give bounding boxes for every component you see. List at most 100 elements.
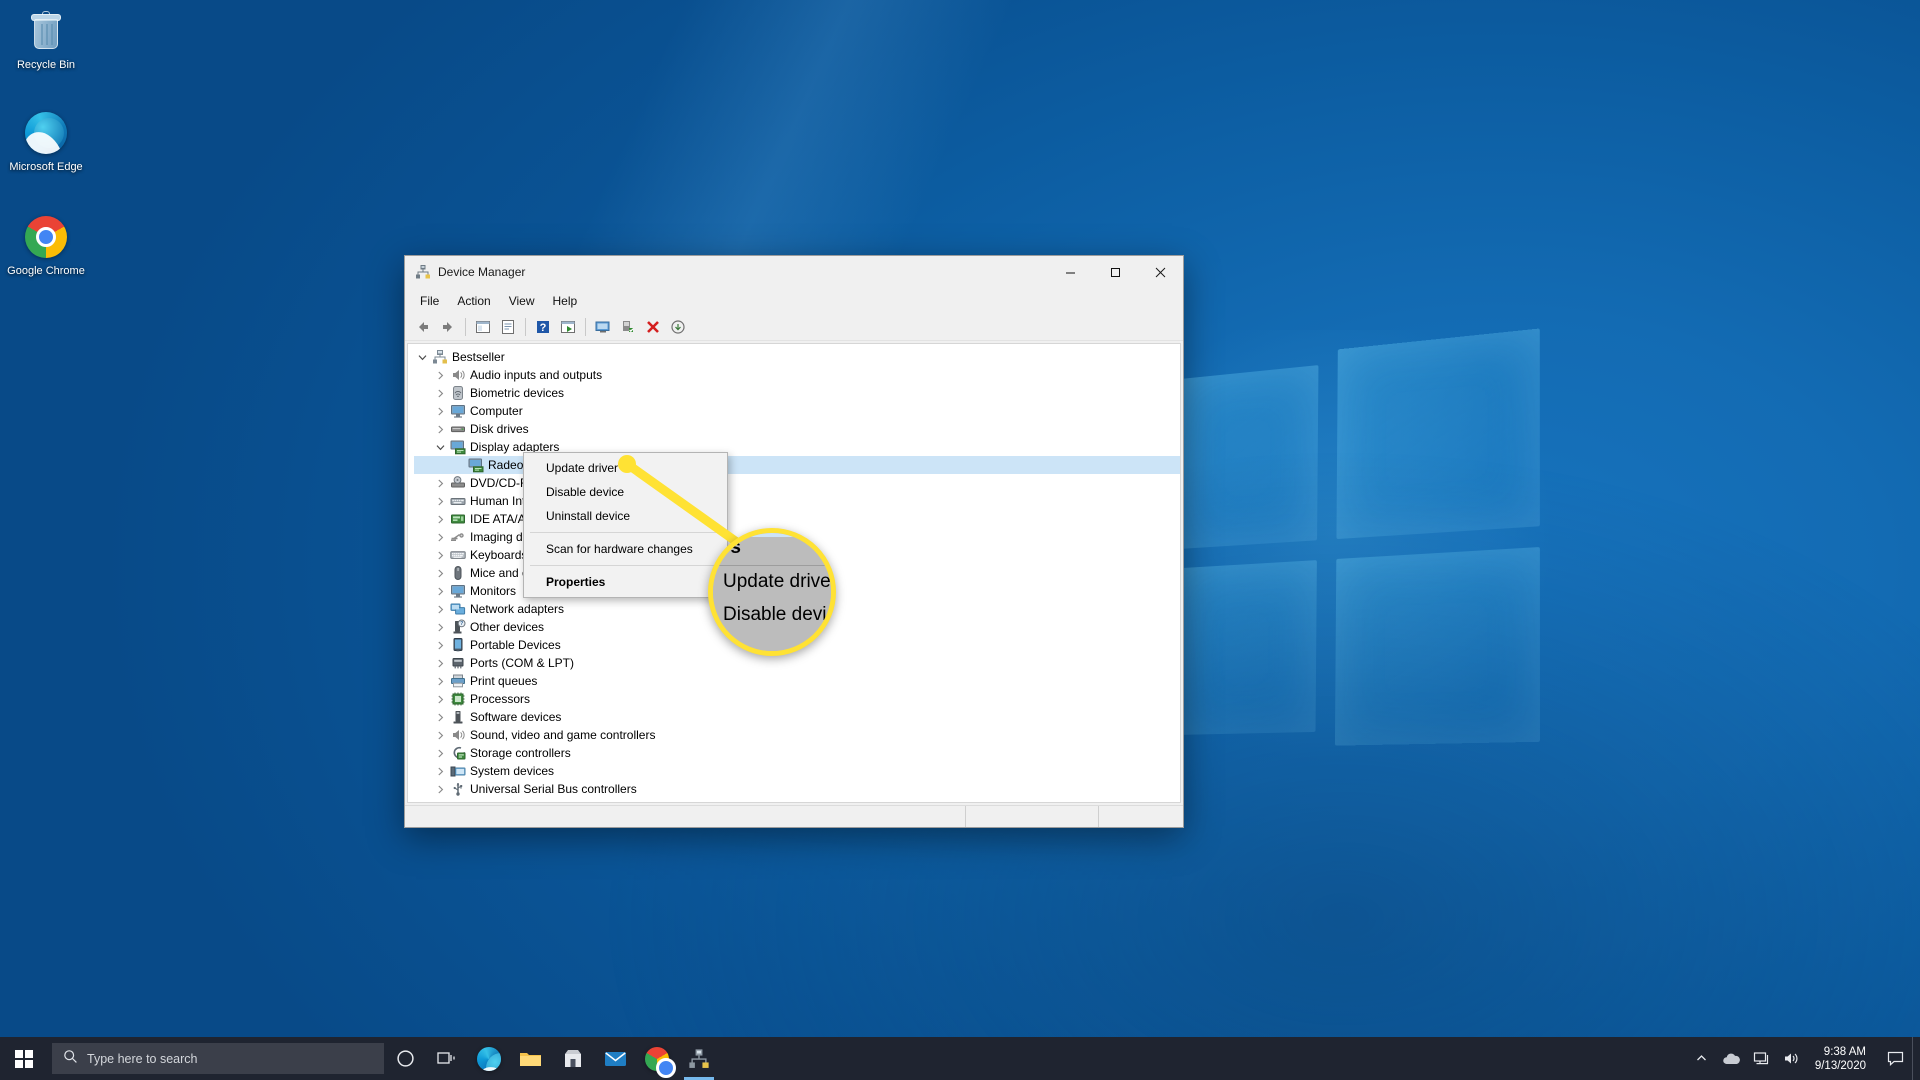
tree-item-audio-inputs-and-outputs[interactable]: Audio inputs and outputs [414,366,1180,384]
tree-item-storage-controllers[interactable]: Storage controllers [414,744,1180,762]
start-button[interactable] [0,1037,48,1080]
chevron-right-icon[interactable] [432,479,449,488]
speaker-icon [449,727,467,743]
context-menu[interactable]: Update driver Disable device Uninstall d… [523,452,728,598]
context-menu-item-disable-device[interactable]: Disable device [524,480,727,504]
chevron-right-icon[interactable] [432,407,449,416]
tree-item-root[interactable]: Bestseller [414,348,1180,366]
scan-for-hardware-changes-icon[interactable] [591,315,615,339]
chevron-right-icon[interactable] [432,767,449,776]
forward-arrow-icon[interactable] [436,315,460,339]
context-menu-item-uninstall-device[interactable]: Uninstall device [524,504,727,528]
taskbar-task-view-icon[interactable] [426,1037,468,1080]
chevron-right-icon[interactable] [432,569,449,578]
volume-icon[interactable] [1777,1037,1807,1080]
tree-item-label: Ports (COM & LPT) [470,656,575,670]
show-hidden-icons-icon[interactable] [1687,1037,1717,1080]
tree-item-system-devices[interactable]: System devices [414,762,1180,780]
tree-item-label: Storage controllers [470,746,571,760]
ide-controller-icon [449,511,467,527]
tree-item-universal-serial-bus-controllers[interactable]: Universal Serial Bus controllers [414,780,1180,798]
back-arrow-icon[interactable] [411,315,435,339]
taskbar-microsoft-store-icon[interactable] [552,1037,594,1080]
show-hide-console-tree-icon[interactable] [471,315,495,339]
context-menu-item-properties[interactable]: Properties [524,570,727,594]
tree-item-software-devices[interactable]: Software devices [414,708,1180,726]
network-icon[interactable] [1747,1037,1777,1080]
chevron-right-icon[interactable] [432,371,449,380]
chevron-right-icon[interactable] [432,713,449,722]
tree-item-print-queues[interactable]: Print queues [414,672,1180,690]
taskbar-google-chrome-icon[interactable] [636,1037,678,1080]
menu-bar[interactable]: File Action View Help [405,288,1183,313]
taskbar-cortana-icon[interactable] [384,1037,426,1080]
desktop-icon-recycle-bin[interactable]: Recycle Bin [4,10,88,71]
chevron-right-icon[interactable] [432,785,449,794]
desktop-icon-microsoft-edge[interactable]: Microsoft Edge [4,112,88,173]
taskbar-clock[interactable]: 9:38 AM 9/13/2020 [1807,1037,1878,1080]
speaker-icon [449,367,467,383]
tree-item-label: Audio inputs and outputs [470,368,603,382]
taskbar-device-manager-icon[interactable] [678,1037,720,1080]
taskbar-file-explorer-icon[interactable] [510,1037,552,1080]
show-desktop-button[interactable] [1912,1037,1920,1080]
chevron-down-icon[interactable] [432,443,449,452]
tree-item-sound-video-and-game-controllers[interactable]: Sound, video and game controllers [414,726,1180,744]
menu-item-help[interactable]: Help [544,291,587,311]
enable-device-icon[interactable] [616,315,640,339]
toolbar[interactable]: ? [405,313,1183,341]
magnifier-divider [713,565,831,566]
system-tray[interactable]: 9:38 AM 9/13/2020 [1687,1037,1920,1080]
chevron-right-icon[interactable] [432,551,449,560]
update-driver-software-icon[interactable] [556,315,580,339]
chevron-right-icon[interactable] [432,677,449,686]
logo-pane-top-right [1336,328,1540,540]
chevron-down-icon[interactable] [414,353,431,362]
clock-date: 9/13/2020 [1814,1059,1866,1072]
properties-icon[interactable] [496,315,520,339]
window-title-bar[interactable]: Device Manager [405,256,1183,288]
add-legacy-hardware-icon[interactable] [666,315,690,339]
tree-item-disk-drives[interactable]: Disk drives [414,420,1180,438]
tree-item-biometric-devices[interactable]: Biometric devices [414,384,1180,402]
magnifier-callout: rs Update driver Disable device [708,528,836,656]
tree-item-ports-com-lpt[interactable]: Ports (COM & LPT) [414,654,1180,672]
chevron-right-icon[interactable] [432,425,449,434]
chevron-right-icon[interactable] [432,731,449,740]
chevron-right-icon[interactable] [432,389,449,398]
context-menu-item-update-driver[interactable]: Update driver [524,456,727,480]
action-center-icon[interactable] [1878,1037,1912,1080]
tree-item-label: Processors [470,692,531,706]
tree-item-processors[interactable]: Processors [414,690,1180,708]
chevron-right-icon[interactable] [432,749,449,758]
chevron-right-icon[interactable] [432,641,449,650]
chevron-right-icon[interactable] [432,605,449,614]
onedrive-icon[interactable] [1717,1037,1747,1080]
chevron-right-icon[interactable] [432,695,449,704]
context-menu-item-scan-for-hardware-changes[interactable]: Scan for hardware changes [524,537,727,561]
chevron-right-icon[interactable] [432,623,449,632]
minimize-button[interactable] [1048,257,1093,288]
chevron-right-icon[interactable] [432,515,449,524]
help-icon[interactable]: ? [531,315,555,339]
desktop-icon-google-chrome[interactable]: Google Chrome [4,216,88,277]
chevron-right-icon[interactable] [432,533,449,542]
chevron-right-icon[interactable] [432,497,449,506]
toolbar-separator [585,317,586,336]
menu-item-view[interactable]: View [500,291,544,311]
taskbar-mail-icon[interactable] [594,1037,636,1080]
chevron-right-icon[interactable] [432,587,449,596]
close-button[interactable] [1138,257,1183,288]
maximize-button[interactable] [1093,257,1138,288]
tree-item-computer[interactable]: Computer [414,402,1180,420]
taskbar-microsoft-edge-icon[interactable] [468,1037,510,1080]
tree-item-label: Network adapters [470,602,565,616]
storage-controller-icon [449,745,467,761]
chevron-right-icon[interactable] [432,659,449,668]
imaging-device-icon [449,529,467,545]
search-input[interactable]: Type here to search [52,1043,384,1074]
uninstall-device-icon[interactable] [641,315,665,339]
taskbar[interactable]: Type here to search 9:38 AM 9/13/2020 [0,1037,1920,1080]
menu-item-file[interactable]: File [411,291,448,311]
menu-item-action[interactable]: Action [448,291,499,311]
